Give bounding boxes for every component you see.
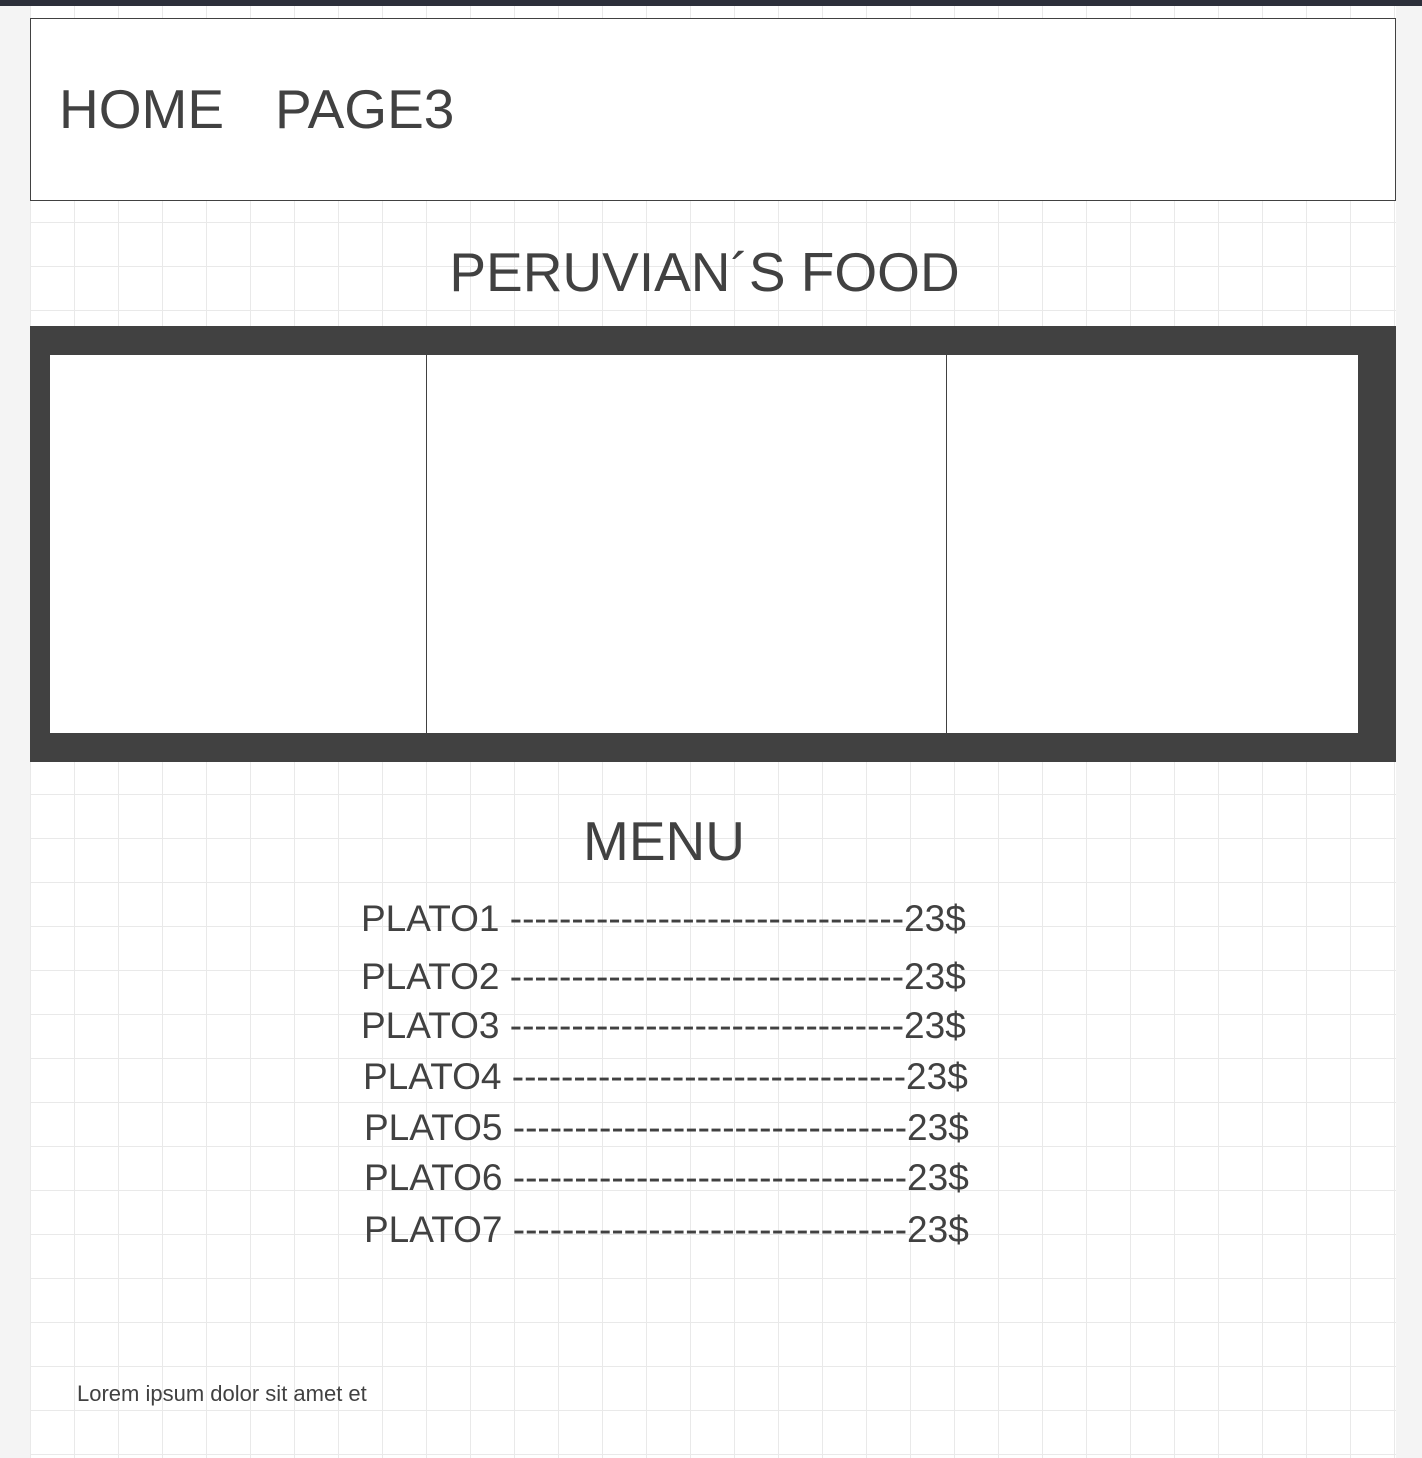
menu-item: PLATO1 --------------------------------2… <box>361 898 966 939</box>
menu-item: PLATO6 --------------------------------2… <box>364 1157 969 1198</box>
footer-text: Lorem ipsum dolor sit amet et <box>77 1381 367 1406</box>
page-title: PERUVIAN´S FOOD <box>449 241 960 303</box>
menu-item: PLATO4 --------------------------------2… <box>363 1056 968 1097</box>
nav-link-page3[interactable]: PAGE3 <box>275 79 454 139</box>
carousel-image-placeholder <box>947 355 1358 733</box>
nav-link-home[interactable]: HOME <box>59 79 224 139</box>
menu-item: PLATO3 --------------------------------2… <box>361 1005 966 1046</box>
header-nav: HOME PAGE3 <box>30 18 1396 201</box>
menu-item: PLATO7 --------------------------------2… <box>364 1209 969 1250</box>
image-carousel <box>30 326 1396 762</box>
menu-item: PLATO5 --------------------------------2… <box>364 1107 969 1148</box>
menu-item: PLATO2 --------------------------------2… <box>361 956 966 997</box>
menu-heading: MENU <box>583 810 745 872</box>
carousel-image-placeholder <box>427 355 947 733</box>
wireframe-canvas: HOME PAGE3 PERUVIAN´S FOOD MENU PLATO1 -… <box>30 6 1396 1458</box>
carousel-image-placeholder <box>50 355 427 733</box>
